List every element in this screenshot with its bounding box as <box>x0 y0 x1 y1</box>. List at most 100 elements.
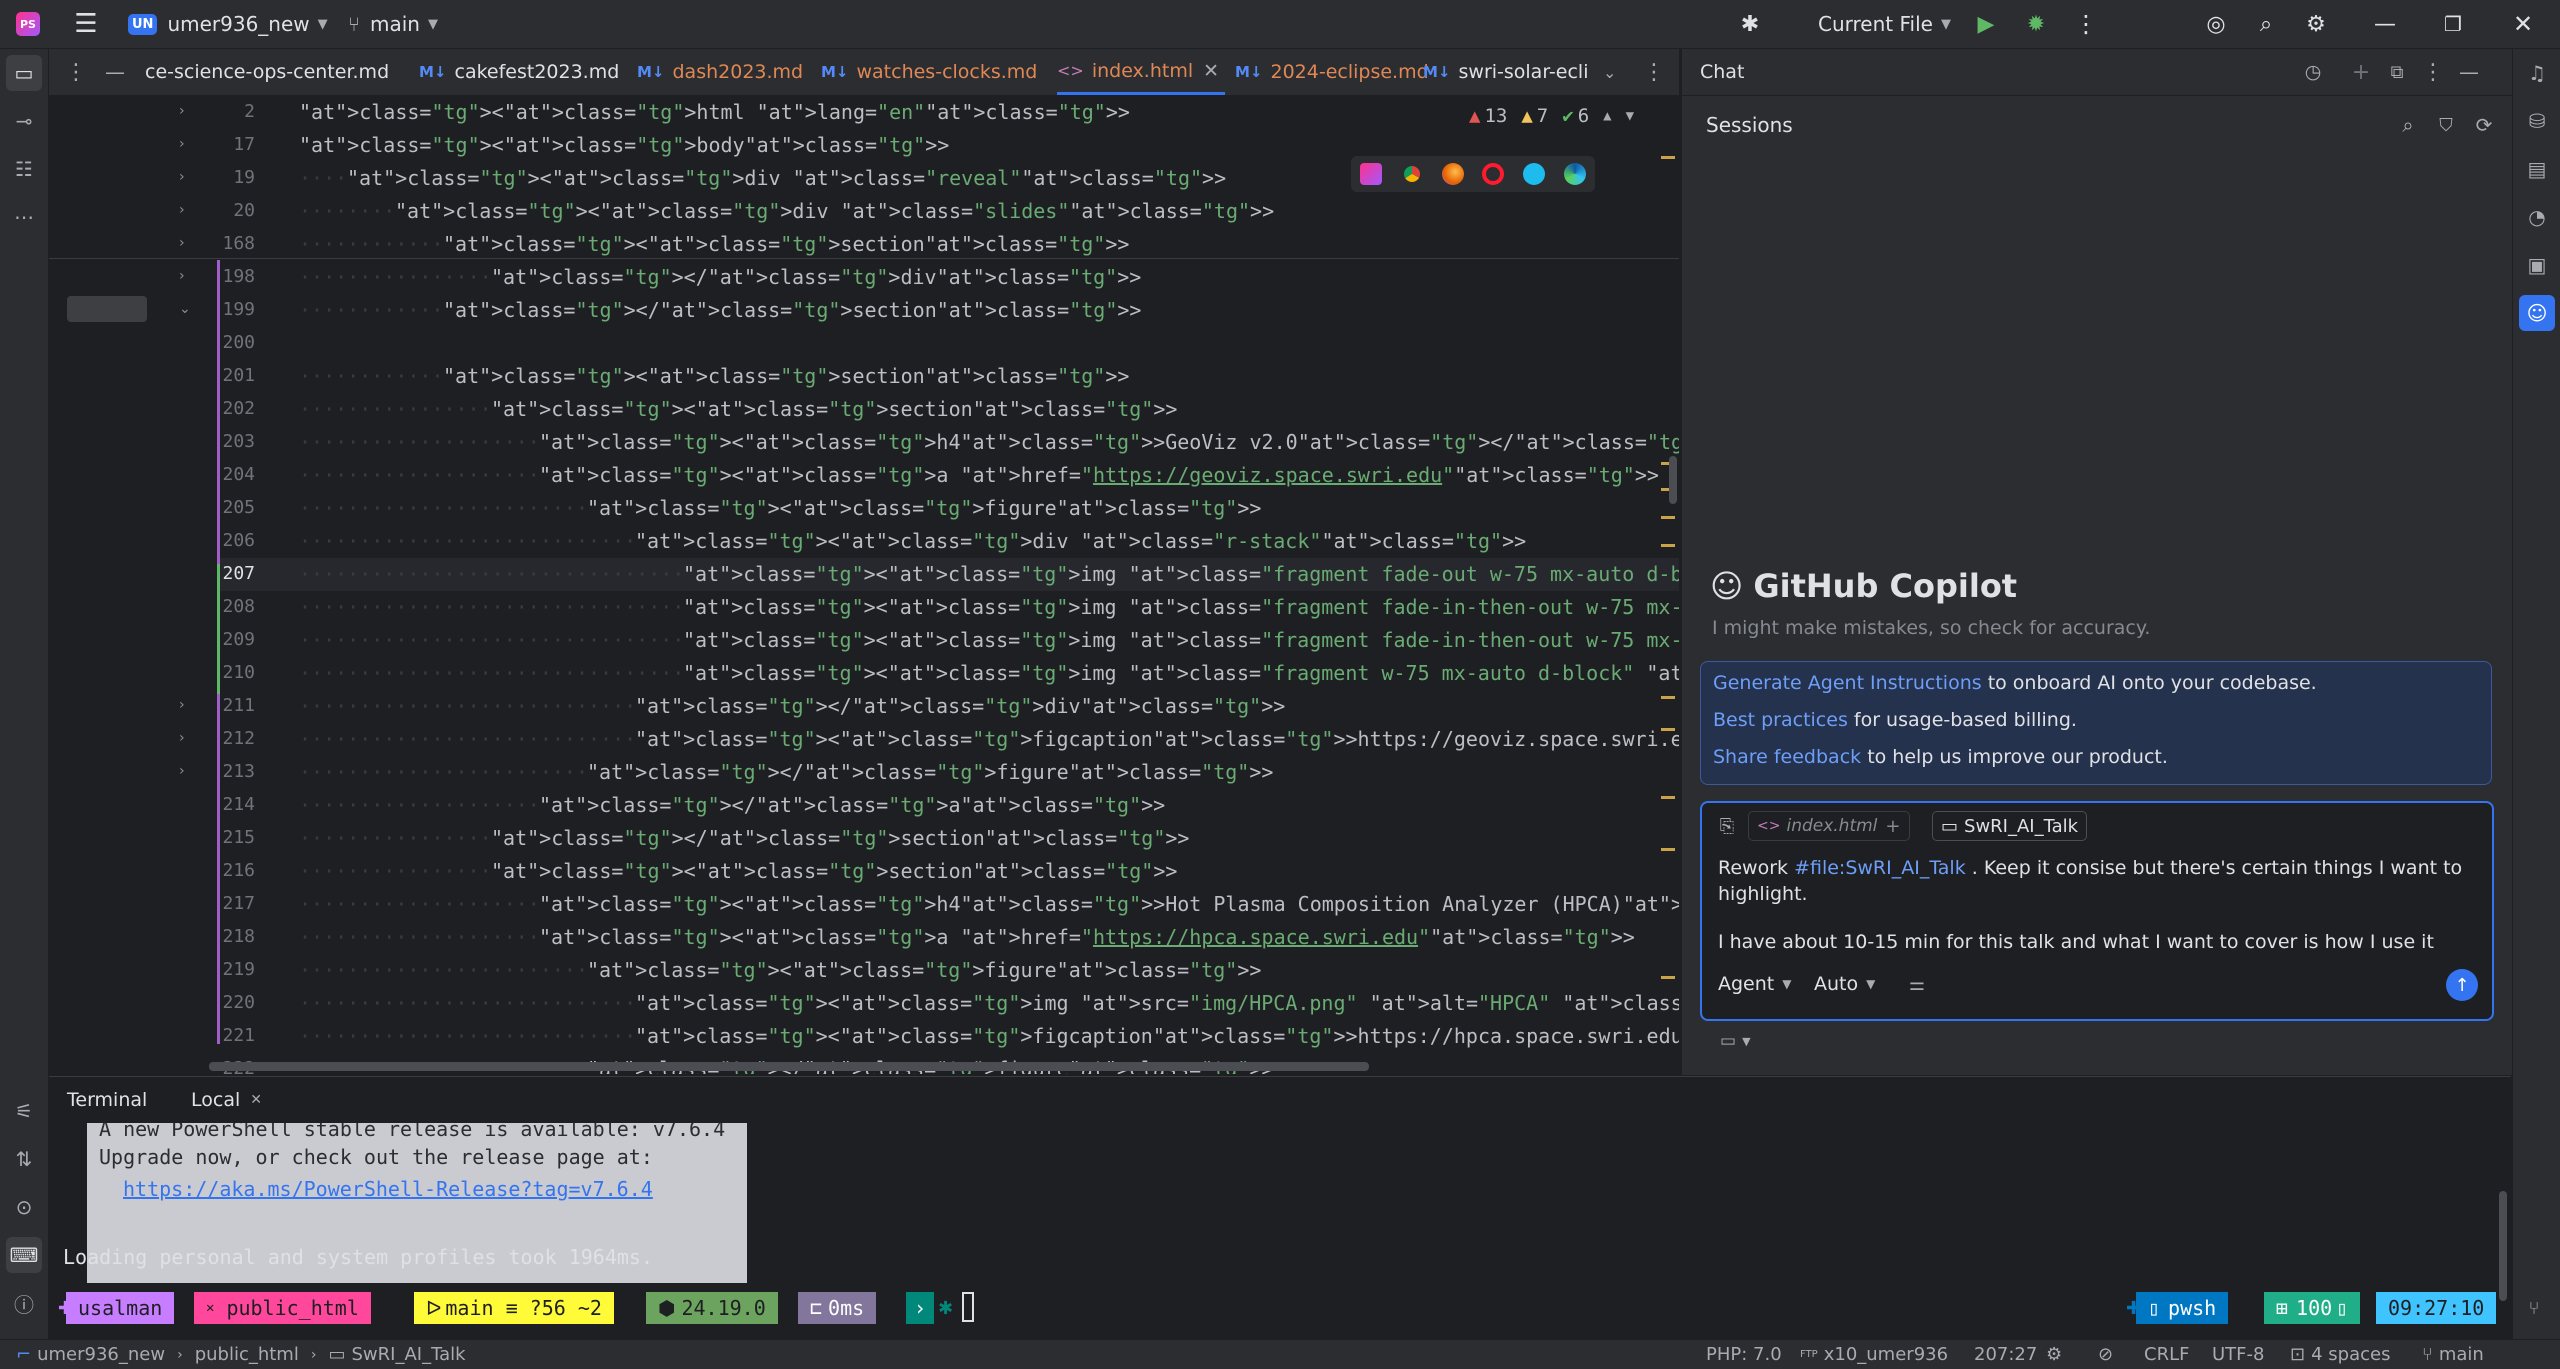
search-sessions-icon[interactable]: ⌕ <box>2394 111 2422 139</box>
model-selector[interactable]: Auto ▼ <box>1814 973 1875 995</box>
fold-toggle-icon[interactable]: › <box>179 730 185 746</box>
layout-icon[interactable]: ▤ <box>2519 151 2555 187</box>
preview-icon[interactable]: ▣ <box>2519 247 2555 283</box>
context-folder-chip[interactable]: ▭ SwRI_AI_Talk <box>1932 811 2088 841</box>
tab-options-icon[interactable]: ⋮ <box>65 49 87 95</box>
fold-toggle-icon[interactable]: › <box>179 763 185 779</box>
ai-chat-icon[interactable]: ◔ <box>2519 199 2555 235</box>
close-tab-icon[interactable]: ✕ <box>250 1092 262 1108</box>
opera-icon[interactable] <box>1482 163 1505 185</box>
chat-input-box[interactable]: ⎘ <> index.html + ▭ SwRI_AI_Talk Rework … <box>1700 801 2494 1021</box>
file-encoding[interactable]: UTF-8 <box>2212 1340 2264 1369</box>
breadcrumb-dir[interactable]: public_html <box>195 1344 299 1365</box>
debug-icon[interactable]: ✹ <box>2016 0 2056 48</box>
hide-panel-icon[interactable]: — <box>2454 59 2484 85</box>
indent-setting[interactable]: ⊡ 4 spaces <box>2290 1340 2390 1369</box>
problems-icon[interactable]: ⓘ <box>6 1285 42 1321</box>
cursor-position[interactable]: 207:27 <box>1974 1340 2037 1369</box>
branch-switcher[interactable]: ⑂ main ▼ <box>348 0 438 48</box>
share-feedback-link[interactable]: Share feedback <box>1713 746 1861 768</box>
chat-more-icon[interactable]: ⋮ <box>2418 59 2448 85</box>
fold-toggle-icon[interactable]: › <box>179 103 185 119</box>
new-chat-icon[interactable]: + <box>2346 59 2376 85</box>
tab-watches-clocks[interactable]: M↓ watches-clocks.md <box>821 49 1037 95</box>
fold-toggle-icon[interactable]: › <box>179 697 185 713</box>
tools-sliders-icon[interactable]: ⚌ <box>1904 971 1930 997</box>
vertical-scrollbar-thumb[interactable] <box>1669 456 1677 504</box>
mode-selector[interactable]: Agent ▼ <box>1718 973 1791 995</box>
prev-problem-icon[interactable]: ▲ <box>1603 108 1611 124</box>
notifications-bell-icon[interactable]: ♫ <box>2519 55 2555 91</box>
refresh-icon[interactable]: ⟳ <box>2470 111 2498 139</box>
view-mode-selector[interactable]: ▭ ▼ <box>1720 1031 1751 1051</box>
horizontal-scrollbar-thumb[interactable] <box>209 1062 1369 1071</box>
git-push-icon[interactable]: ⑂ <box>2520 1294 2548 1322</box>
history-icon[interactable]: ◷ <box>2298 59 2328 85</box>
next-problem-icon[interactable]: ▼ <box>1626 108 1634 124</box>
vcs-branch[interactable]: ⑂ main <box>2422 1340 2484 1369</box>
release-link[interactable]: https://aka.ms/PowerShell-Release?tag=v7… <box>123 1177 653 1201</box>
database-icon[interactable]: ⛁ <box>2519 103 2555 139</box>
search-icon[interactable]: ⌕ <box>2246 0 2286 48</box>
commit-icon[interactable]: ⊸ <box>6 103 42 139</box>
fold-toggle-icon[interactable]: › <box>179 268 185 284</box>
tab-dash2023[interactable]: M↓ dash2023.md <box>637 49 803 95</box>
close-tab-icon[interactable]: ✕ <box>1203 60 1219 82</box>
breadcrumb-project[interactable]: umer936_new <box>37 1344 165 1365</box>
pull-requests-icon[interactable]: ⇅ <box>6 1141 42 1177</box>
attach-icon[interactable]: ⎘ <box>1714 813 1740 839</box>
tab-science-ops-center[interactable]: ce-science-ops-center.md <box>145 49 389 95</box>
main-menu-icon[interactable]: ☰ <box>66 0 106 48</box>
run-icon[interactable]: ▶ <box>1966 0 2006 48</box>
terminal-icon[interactable]: ⌨ <box>6 1237 42 1273</box>
internet-explorer-icon[interactable] <box>1522 163 1545 185</box>
fold-toggle-icon[interactable]: ⌄ <box>179 301 191 317</box>
phpstorm-browser-icon[interactable] <box>1360 163 1383 185</box>
project-folder-icon[interactable]: ▭ <box>6 55 42 91</box>
close-window-icon[interactable]: ✕ <box>2498 0 2548 48</box>
tab-index-html[interactable]: <> index.html ✕ <box>1057 49 1226 95</box>
fold-toggle-icon[interactable]: › <box>179 136 185 152</box>
terminal-tab-local[interactable]: Local ✕ <box>191 1089 262 1111</box>
tab-more-icon[interactable]: ⋮ <box>1643 49 1665 95</box>
new-window-icon[interactable]: ⧉ <box>2382 59 2412 85</box>
ai-assistant-icon[interactable]: ◎ <box>2196 0 2236 48</box>
run-config-selector[interactable]: Current File ▼ <box>1818 0 1951 48</box>
add-context-icon[interactable]: + <box>1885 816 1900 837</box>
settings-gear-icon[interactable]: ⚙ <box>2296 0 2336 48</box>
code-editor[interactable]: 2 17 19 20 168 198 199 200 201 202 203 204 205 206 207… <box>49 96 1679 1074</box>
firefox-icon[interactable] <box>1441 163 1464 185</box>
generate-instructions-link[interactable]: Generate Agent Instructions <box>1713 672 1982 694</box>
inspection-profile-icon[interactable]: ⚙ <box>2046 1340 2062 1369</box>
debug-bug-icon[interactable]: ✱ <box>1730 0 1770 48</box>
tab-swri-solar-eclipse[interactable]: M↓ swri-solar-ecli <box>1423 49 1588 95</box>
structure-icon[interactable]: ☷ <box>6 151 42 187</box>
services-icon[interactable]: ⚟ <box>6 1093 42 1129</box>
best-practices-link[interactable]: Best practices <box>1713 709 1848 731</box>
tab-2024-eclipse[interactable]: M↓ 2024-eclipse.md <box>1235 49 1429 95</box>
breadcrumb-folder[interactable]: SwRI_AI_Talk <box>351 1344 465 1365</box>
fold-toggle-icon[interactable]: › <box>179 235 185 251</box>
app-logo-icon[interactable]: PS <box>16 0 40 48</box>
run-services-icon[interactable]: ⊙ <box>6 1189 42 1225</box>
collapse-icon[interactable]: — <box>105 49 125 95</box>
php-version[interactable]: PHP: 7.0 <box>1706 1340 1782 1369</box>
edge-icon[interactable] <box>1563 163 1586 185</box>
more-actions-icon[interactable]: ⋮ <box>2066 0 2106 48</box>
project-switcher[interactable]: UN umer936_new ▼ <box>128 0 328 48</box>
inspection-widget[interactable]: ▲ 13 ▲ 7 ✔ 6 ▲ ▼ <box>1469 104 1634 128</box>
restore-window-icon[interactable]: ❐ <box>2428 0 2478 48</box>
terminal-scrollbar-thumb[interactable] <box>2499 1191 2507 1301</box>
ftp-server[interactable]: FTP x10_umer936 <box>1800 1340 1948 1369</box>
chrome-icon[interactable] <box>1400 163 1423 185</box>
fold-toggle-icon[interactable]: › <box>179 202 185 218</box>
fold-toggle-icon[interactable]: › <box>179 169 185 185</box>
more-tools-icon[interactable]: ⋯ <box>6 199 42 235</box>
copilot-icon[interactable]: ☺ <box>2519 295 2555 331</box>
copilot-status-icon[interactable]: ⊘ <box>2098 1340 2113 1369</box>
filter-icon[interactable]: ⛉ <box>2432 111 2460 139</box>
tab-list-chevron-icon[interactable]: ⌄ <box>1603 49 1616 95</box>
minimize-window-icon[interactable]: — <box>2360 0 2410 48</box>
line-separator[interactable]: CRLF <box>2144 1340 2189 1369</box>
send-button[interactable]: ↑ <box>2446 969 2478 1001</box>
